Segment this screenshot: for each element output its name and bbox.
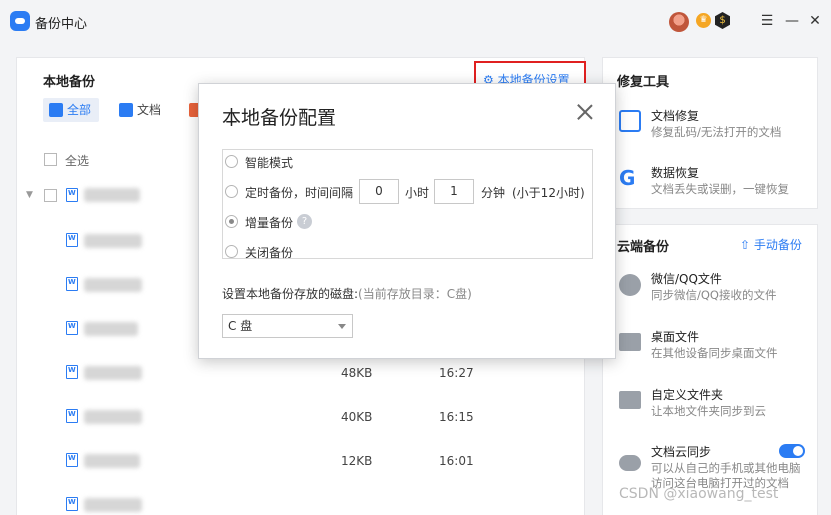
chevron-down-icon bbox=[338, 324, 346, 329]
collapse-arrow-icon[interactable]: ▼ bbox=[26, 190, 33, 200]
word-file-icon bbox=[66, 233, 78, 247]
timed-hint: (小于12小时) bbox=[512, 186, 585, 200]
manual-backup-button[interactable]: ⇧ 手动备份 bbox=[740, 236, 802, 253]
cloud-item-desc: 在其他设备同步桌面文件 bbox=[651, 346, 778, 360]
word-file-icon bbox=[66, 188, 78, 202]
disk-setting-label: 设置本地备份存放的磁盘:(当前存放目录：C盘) bbox=[222, 285, 472, 302]
file-name-blurred bbox=[84, 410, 142, 424]
document-repair-icon bbox=[619, 110, 641, 132]
cloud-item-custom-folder[interactable]: 自定义文件夹 让本地文件夹同步到云 bbox=[618, 386, 818, 418]
chat-icon bbox=[619, 274, 641, 296]
timed-backup-label: 定时备份，时间间隔 bbox=[245, 186, 354, 200]
app-logo-icon bbox=[10, 11, 30, 31]
word-file-icon bbox=[66, 453, 78, 467]
local-backup-title: 本地备份 bbox=[43, 75, 96, 90]
cloud-item-name: 桌面文件 bbox=[651, 330, 700, 344]
dialog-title: 本地备份配置 bbox=[222, 107, 337, 129]
word-file-icon bbox=[66, 409, 78, 423]
cloud-item-desc: 让本地文件夹同步到云 bbox=[651, 404, 766, 418]
file-time: 16:15 bbox=[439, 410, 474, 424]
off-backup-label: 关闭备份 bbox=[245, 246, 294, 260]
tool-name: 文档修复 bbox=[651, 109, 700, 123]
tab-documents-label: 文档 bbox=[137, 103, 162, 117]
hours-input[interactable]: 0 bbox=[359, 179, 399, 204]
file-size: 40KB bbox=[341, 410, 373, 424]
file-name-blurred bbox=[84, 454, 140, 468]
desktop-icon bbox=[619, 333, 641, 351]
tab-all[interactable]: 全部 bbox=[43, 98, 99, 122]
radio-smart-mode[interactable] bbox=[225, 155, 238, 168]
row-checkbox[interactable] bbox=[44, 189, 57, 202]
tab-all-label: 全部 bbox=[67, 103, 92, 117]
minutes-input[interactable]: 1 bbox=[434, 179, 474, 204]
hours-unit: 小时 bbox=[405, 186, 430, 200]
word-file-icon bbox=[66, 277, 78, 291]
cloud-item-desc: 同步微信/QQ接收的文件 bbox=[651, 288, 777, 302]
word-doc-icon bbox=[119, 103, 133, 117]
tool-name: 数据恢复 bbox=[651, 166, 700, 180]
tool-data-recovery[interactable]: G 数据恢复 文档丢失或误删，一键恢复 bbox=[618, 164, 818, 196]
word-file-icon bbox=[66, 497, 78, 511]
recover-g-icon: G bbox=[619, 166, 636, 190]
cloud-backup-title: 云端备份 bbox=[617, 240, 670, 255]
file-name-blurred bbox=[84, 278, 142, 292]
disk-hint-text: (当前存放目录：C盘) bbox=[358, 287, 472, 301]
radio-timed-backup[interactable] bbox=[225, 185, 238, 198]
app-title: 备份中心 bbox=[35, 17, 88, 32]
minimize-button[interactable]: — bbox=[781, 10, 803, 32]
incremental-backup-label: 增量备份 bbox=[245, 216, 294, 230]
tool-document-repair[interactable]: 文档修复 修复乱码/无法打开的文档 bbox=[618, 107, 818, 139]
file-size: 48KB bbox=[341, 366, 373, 380]
vip-crown-icon[interactable]: ♛ bbox=[696, 13, 711, 28]
file-name-blurred bbox=[84, 322, 138, 336]
tab-documents[interactable]: 文档 bbox=[119, 98, 161, 122]
select-all-checkbox[interactable] bbox=[44, 153, 57, 166]
file-time: 16:27 bbox=[439, 366, 474, 380]
backup-config-dialog: 本地备份配置 智能模式 定时备份，时间间隔 0 小时 1 分钟 (小于12小时)… bbox=[198, 83, 616, 359]
word-file-icon bbox=[66, 321, 78, 335]
minutes-unit: 分钟 bbox=[481, 186, 506, 200]
dialog-close-icon[interactable] bbox=[577, 104, 593, 120]
cloud-item-name: 文档云同步 bbox=[651, 445, 712, 459]
cloud-item-desc: 可以从自己的手机或其他电脑 bbox=[651, 461, 801, 475]
word-file-icon bbox=[66, 365, 78, 379]
help-icon[interactable]: ? bbox=[297, 214, 312, 229]
disk-label-text: 设置本地备份存放的磁盘: bbox=[222, 287, 359, 301]
cloud-item-name: 自定义文件夹 bbox=[651, 388, 724, 402]
tool-desc: 修复乱码/无法打开的文档 bbox=[651, 125, 782, 139]
upload-arrow-icon: ⇧ bbox=[740, 238, 751, 252]
file-name-blurred bbox=[84, 366, 142, 380]
file-size: 12KB bbox=[341, 454, 373, 468]
backup-mode-options: 智能模式 定时备份，时间间隔 0 小时 1 分钟 (小于12小时) 增量备份 ?… bbox=[222, 149, 593, 260]
repair-tools-title: 修复工具 bbox=[617, 75, 670, 90]
cloud-item-desktop[interactable]: 桌面文件 在其他设备同步桌面文件 bbox=[618, 328, 818, 360]
cloud-upload-icon bbox=[619, 455, 641, 471]
folder-icon bbox=[619, 391, 641, 409]
close-window-button[interactable]: ✕ bbox=[804, 10, 826, 32]
file-name-blurred bbox=[84, 188, 140, 202]
disk-select-dropdown[interactable]: C 盘 bbox=[222, 314, 353, 338]
smart-mode-label: 智能模式 bbox=[245, 156, 294, 170]
manual-backup-label: 手动备份 bbox=[753, 238, 802, 252]
file-name-blurred bbox=[84, 234, 142, 248]
cloud-item-name: 微信/QQ文件 bbox=[651, 272, 722, 286]
select-all-label: 全选 bbox=[65, 154, 90, 168]
file-name-blurred bbox=[84, 498, 142, 512]
doc-sync-toggle[interactable] bbox=[779, 444, 805, 458]
watermark: CSDN @xiaowang_test bbox=[619, 486, 779, 502]
list-icon bbox=[49, 103, 63, 117]
file-time: 16:01 bbox=[439, 454, 474, 468]
radio-incremental-backup[interactable] bbox=[225, 215, 238, 228]
user-avatar[interactable] bbox=[669, 12, 689, 32]
hamburger-menu-icon[interactable]: ☰ bbox=[756, 10, 778, 32]
disk-select-value: C 盘 bbox=[228, 319, 253, 333]
radio-off-backup[interactable] bbox=[225, 245, 238, 258]
tool-desc: 文档丢失或误删，一键恢复 bbox=[651, 182, 789, 196]
cloud-item-wechat-qq[interactable]: 微信/QQ文件 同步微信/QQ接收的文件 bbox=[618, 270, 818, 302]
